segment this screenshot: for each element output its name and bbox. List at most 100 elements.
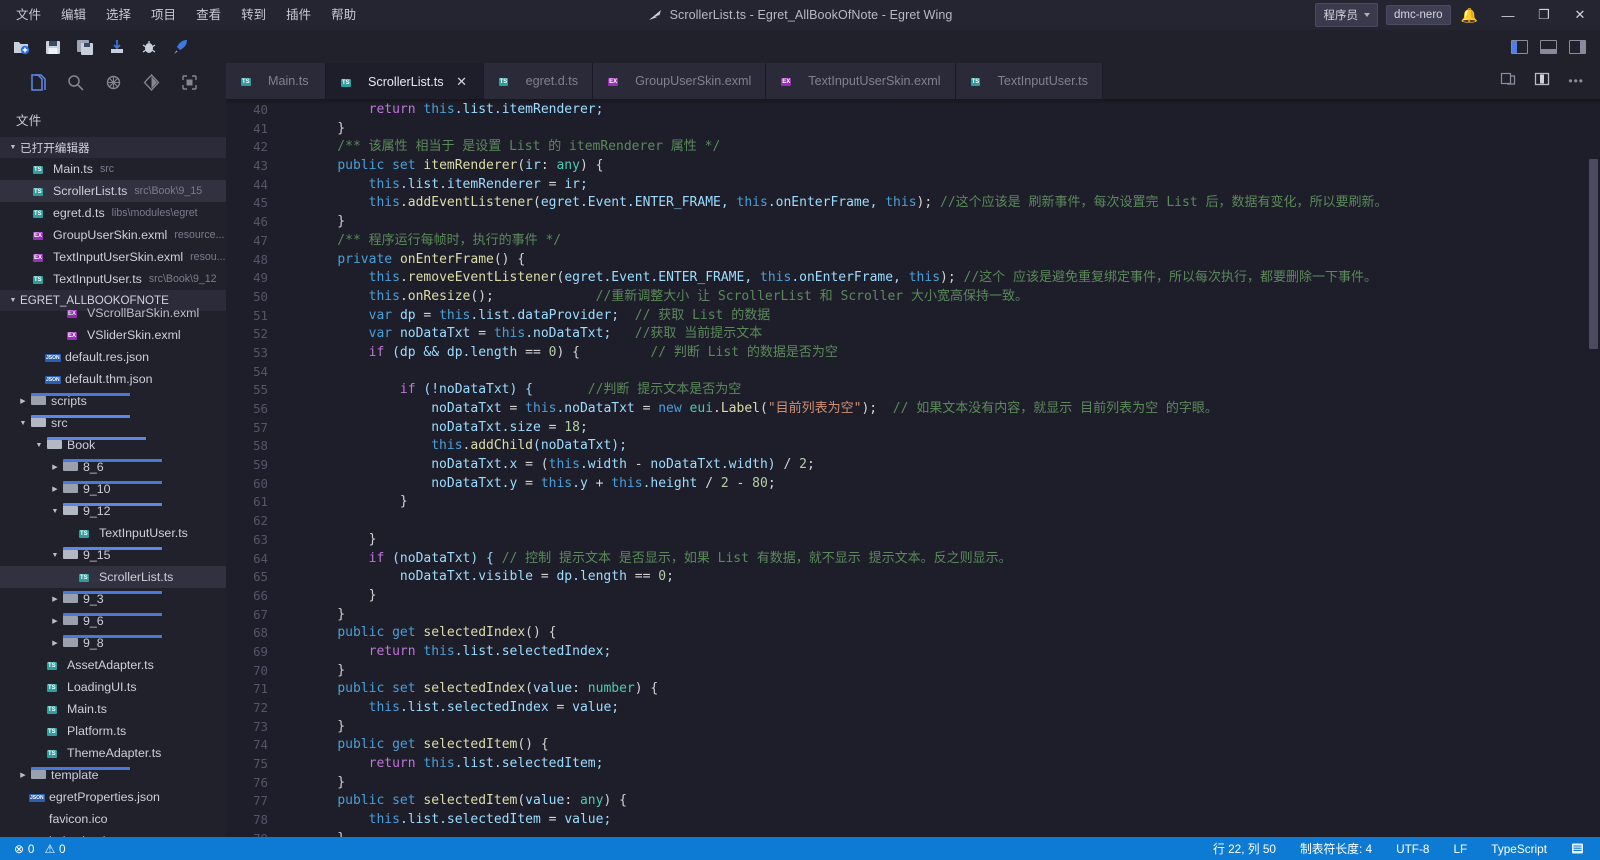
code-line-text[interactable]: this.addChild(noDataTxt); — [284, 437, 1600, 456]
code-line-text[interactable]: noDataTxt = this.noDataTxt = new eui.Lab… — [284, 400, 1600, 419]
more-actions-icon[interactable]: ••• — [1568, 74, 1584, 88]
editor-vertical-scrollbar[interactable] — [1586, 99, 1600, 837]
new-project-icon[interactable] — [10, 36, 32, 58]
debug-icon[interactable] — [138, 36, 160, 58]
problems-status[interactable]: ⊗ 0 ⚠ 0 — [10, 840, 70, 858]
chevron-right-icon[interactable]: ▶ — [48, 639, 62, 647]
import-icon[interactable] — [106, 36, 128, 58]
tree-row-main-ts[interactable]: TS Main.ts — [0, 698, 226, 720]
toggle-panel-icon[interactable] — [1540, 40, 1557, 54]
code-line-text[interactable] — [284, 363, 1600, 382]
tree-row-9-10[interactable]: ▶ 9_10 — [0, 478, 226, 500]
search-icon[interactable] — [62, 69, 88, 95]
tree-row-scrollerlist-ts[interactable]: TS ScrollerList.ts — [0, 566, 226, 588]
tab-main-ts[interactable]: TS Main.ts — [226, 63, 326, 99]
menu-item-view[interactable]: 查看 — [186, 3, 231, 27]
file-tree[interactable]: ▼ 已打开编辑器 TS Main.ts src TS ScrollerList.… — [0, 137, 226, 837]
code-line-text[interactable]: this.removeEventListener(egret.Event.ENT… — [284, 269, 1600, 288]
code-line-text[interactable]: this.list.selectedItem = value; — [284, 811, 1600, 830]
code-line-text[interactable]: noDataTxt.size = 18; — [284, 419, 1600, 438]
code-line-text[interactable]: } — [284, 531, 1600, 550]
code-line-text[interactable]: var noDataTxt = this.noDataTxt; //获取 当前提… — [284, 325, 1600, 344]
code-line-text[interactable]: } — [284, 718, 1600, 737]
debug-icon[interactable] — [100, 69, 126, 95]
language-mode-status[interactable]: TypeScript — [1487, 840, 1551, 858]
tree-row-platform-ts[interactable]: TS Platform.ts — [0, 720, 226, 742]
window-close-button[interactable]: ✕ — [1562, 0, 1598, 31]
open-editor-row-groupuserskin-exml[interactable]: EX GroupUserSkin.exml resource... — [0, 224, 226, 246]
role-selector[interactable]: 程序员 — [1315, 3, 1378, 27]
code-line-text[interactable]: } — [284, 662, 1600, 681]
code-line-text[interactable]: private onEnterFrame() { — [284, 251, 1600, 270]
notifications-icon[interactable] — [1567, 840, 1588, 857]
code-line-text[interactable]: } — [284, 213, 1600, 232]
tree-row-egretproperties-json[interactable]: JSON egretProperties.json — [0, 786, 226, 808]
chevron-right-icon[interactable]: ▶ — [16, 771, 30, 779]
toggle-sidebar-icon[interactable] — [1511, 40, 1528, 54]
chevron-right-icon[interactable]: ▶ — [48, 617, 62, 625]
tab-groupuserskin-exml[interactable]: EX GroupUserSkin.exml — [593, 63, 767, 99]
tree-row-loadingui-ts[interactable]: TS LoadingUI.ts — [0, 676, 226, 698]
code-line-text[interactable]: public get selectedItem() { — [284, 736, 1600, 755]
run-rocket-icon[interactable] — [170, 36, 192, 58]
code-line-text[interactable]: if (dp && dp.length == 0) { // 判断 List 的… — [284, 344, 1600, 363]
code-line-text[interactable]: public set itemRenderer(ir: any) { — [284, 157, 1600, 176]
window-minimize-button[interactable]: — — [1490, 0, 1526, 31]
code-line-text[interactable]: return this.list.selectedItem; — [284, 755, 1600, 774]
code-line-text[interactable]: /** 该属性 相当于 是设置 List 的 itemRenderer 属性 *… — [284, 138, 1600, 157]
tree-row-9-3[interactable]: ▶ 9_3 — [0, 588, 226, 610]
code-line-text[interactable]: } — [284, 493, 1600, 512]
tree-row-scripts[interactable]: ▶ scripts — [0, 390, 226, 412]
tree-row-themeadapter-ts[interactable]: TS ThemeAdapter.ts — [0, 742, 226, 764]
explorer-icon[interactable] — [24, 69, 50, 95]
tree-row-textinputuser-ts[interactable]: TS TextInputUser.ts — [0, 522, 226, 544]
tree-row-vscrollbarskin-exml[interactable]: EX VScrollBarSkin.exml — [0, 302, 226, 324]
code-line-text[interactable] — [284, 512, 1600, 531]
chevron-right-icon[interactable]: ▶ — [48, 595, 62, 603]
user-account-button[interactable]: dmc-nero — [1385, 5, 1451, 25]
tab-egret-d-ts[interactable]: TS egret.d.ts — [483, 63, 594, 99]
extensions-icon[interactable] — [176, 69, 202, 95]
tree-row-favicon-ico[interactable]: favicon.ico — [0, 808, 226, 830]
code-editor[interactable]: 40 return this.list.itemRenderer; 41 } 42 … — [226, 99, 1600, 837]
tree-row-vsliderskin-exml[interactable]: EX VSliderSkin.exml — [0, 324, 226, 346]
open-editor-row-textinputuser-ts[interactable]: TS TextInputUser.ts src\Book\9_12 — [0, 268, 226, 290]
chevron-right-icon[interactable]: ▶ — [16, 397, 30, 405]
tab-close-icon[interactable]: ✕ — [455, 74, 469, 90]
toggle-layout-icon[interactable] — [1534, 71, 1550, 92]
code-line-text[interactable]: return this.list.itemRenderer; — [284, 101, 1600, 120]
editor-scrollbar-thumb[interactable] — [1589, 159, 1598, 349]
code-line-text[interactable]: this.addEventListener(egret.Event.ENTER_… — [284, 194, 1600, 213]
code-line-text[interactable]: public set selectedItem(value: any) { — [284, 792, 1600, 811]
encoding-status[interactable]: UTF-8 — [1392, 840, 1433, 858]
toggle-right-panel-icon[interactable] — [1569, 40, 1586, 54]
eol-status[interactable]: LF — [1449, 840, 1471, 858]
code-line-text[interactable]: /** 程序运行每帧时，执行的事件 */ — [284, 232, 1600, 251]
code-line-text[interactable]: var dp = this.list.dataProvider; // 获取 L… — [284, 307, 1600, 326]
code-line-text[interactable]: } — [284, 120, 1600, 139]
code-line-text[interactable]: public set selectedIndex(value: number) … — [284, 680, 1600, 699]
code-line-text[interactable]: if (!noDataTxt) { //判断 提示文本是否为空 — [284, 381, 1600, 400]
open-editor-row-egret-d-ts[interactable]: TS egret.d.ts libs\modules\egret — [0, 202, 226, 224]
code-line-text[interactable]: noDataTxt.y = this.y + this.height / 2 -… — [284, 475, 1600, 494]
tab-size-status[interactable]: 制表符长度: 4 — [1296, 838, 1376, 859]
save-all-icon[interactable] — [74, 36, 96, 58]
code-line-text[interactable]: noDataTxt.x = (this.width - noDataTxt.wi… — [284, 456, 1600, 475]
tree-row-9-6[interactable]: ▶ 9_6 — [0, 610, 226, 632]
open-editor-row-textinputuserskin-exml[interactable]: EX TextInputUserSkin.exml resou... — [0, 246, 226, 268]
code-line-text[interactable]: noDataTxt.visible = dp.length == 0; — [284, 568, 1600, 587]
code-line-text[interactable]: return this.list.selectedIndex; — [284, 643, 1600, 662]
chevron-down-icon[interactable]: ▼ — [16, 420, 30, 427]
tree-row-default-res-json[interactable]: JSON default.res.json — [0, 346, 226, 368]
tree-row-book[interactable]: ▼ Book — [0, 434, 226, 456]
save-icon[interactable] — [42, 36, 64, 58]
code-line-text[interactable]: this.list.selectedIndex = value; — [284, 699, 1600, 718]
tree-row-9-12[interactable]: ▼ 9_12 — [0, 500, 226, 522]
menu-item-select[interactable]: 选择 — [96, 3, 141, 27]
window-maximize-button[interactable]: ❐ — [1526, 0, 1562, 31]
open-editor-row-scrollerlist-ts[interactable]: TS ScrollerList.ts src\Book\9_15 — [0, 180, 226, 202]
menu-item-project[interactable]: 项目 — [141, 3, 186, 27]
tab-textinputuserskin-exml[interactable]: EX TextInputUserSkin.exml — [766, 63, 956, 99]
tree-row-default-thm-json[interactable]: JSON default.thm.json — [0, 368, 226, 390]
chevron-down-icon[interactable]: ▼ — [48, 508, 62, 515]
